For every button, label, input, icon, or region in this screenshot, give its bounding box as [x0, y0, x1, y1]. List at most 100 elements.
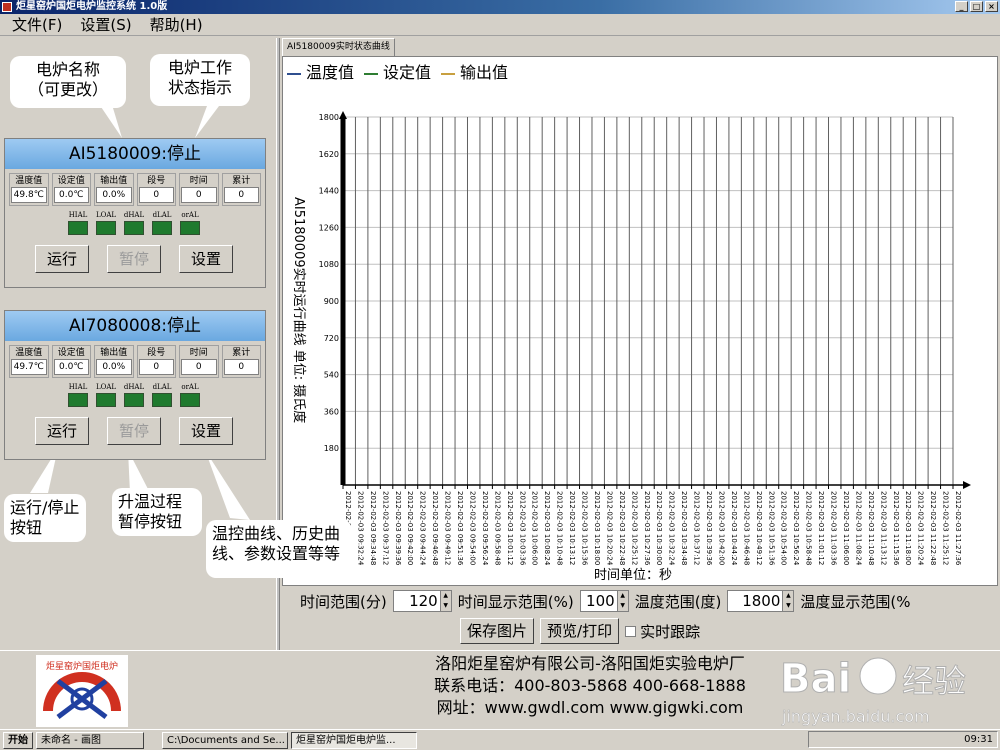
y-tick-label: 540 [324, 371, 339, 380]
menu-bar: 文件(F) 设置(S) 帮助(H) [0, 14, 1000, 36]
field-segment: 段号 0 [136, 345, 176, 378]
device-title[interactable]: AI7080008:停止 [5, 311, 265, 341]
x-tick-label: 2012-02-03 10:27:36 [643, 491, 651, 566]
company-info: 洛阳炬星窑炉有限公司-洛阳国炬实验电炉厂 联系电话：400-803-5868 4… [400, 653, 780, 719]
watermark-brand: Bai [780, 656, 851, 702]
alarm-dlal: dLAL [151, 382, 173, 407]
menu-settings[interactable]: 设置(S) [80, 14, 131, 35]
x-tick-label: 2012-02-03 11:20:24 [917, 491, 925, 566]
spin-arrows-icon[interactable]: ▲ ▼ [439, 591, 451, 611]
chart-area: 温度值 设定值 输出值 180 360 540 720 900 1080 1260 1440 1… [282, 56, 998, 586]
y-tick-label: 1440 [319, 187, 339, 196]
company-logo: 炬星窑炉国炬电炉 [36, 655, 128, 727]
field-time: 时间 0 [179, 173, 219, 206]
field-total: 累计 0 [221, 345, 261, 378]
settings-button[interactable]: 设置 [179, 417, 233, 445]
alarm-hial: HIAL [67, 210, 89, 235]
spin-arrows-icon[interactable]: ▲ ▼ [782, 591, 794, 611]
device-panel: 电炉名称 （可更改） 电炉工作 状态指示 AI5180009:停止 温度值 49.… [0, 38, 352, 650]
alarm-hial: HIAL [67, 382, 89, 407]
device-title[interactable]: AI5180009:停止 [5, 139, 265, 169]
x-tick-label: 2012-02-03 09:46:48 [431, 491, 439, 565]
x-tick-label: 2012-02-03 10:42:00 [717, 491, 725, 565]
y-tick-label: 720 [324, 334, 339, 343]
field-temp: 温度值 49.7℃ [9, 345, 49, 378]
window-title: 炬星窑炉国炬电炉监控系统 1.0版 [16, 1, 168, 12]
realtime-checkbox[interactable]: 实时跟踪 [625, 621, 700, 642]
field-total: 累计 0 [221, 173, 261, 206]
preview-print-button[interactable]: 预览/打印 [540, 618, 620, 644]
x-tick-label: 2012-02-03 10:08:24 [543, 491, 551, 566]
callout-pause: 升温过程 暂停按钮 [112, 488, 202, 536]
x-tick-label: 2012-02-03 10:22:48 [618, 491, 626, 565]
app-icon [2, 2, 12, 12]
x-tick-label: 2012-02-03 10:18:00 [593, 491, 601, 565]
x-tick-label: 2012-02-03 09:34:48 [369, 491, 377, 565]
device-card-1: AI5180009:停止 温度值 49.8℃ 设定值 0.0℃ 输出值 0.0% 段号… [4, 138, 266, 288]
tab-realtime-curve[interactable]: AI5180009实时状态曲线 [282, 38, 395, 56]
taskbar-item-explorer[interactable]: C:\Documents and Se... [162, 731, 288, 749]
temp-range-spinner[interactable]: 1800 ▲ ▼ [727, 590, 795, 612]
x-tick-label: 2012-02-03 10:20:24 [605, 491, 613, 566]
logo-graphic: 炬星窑炉国炬电炉 [43, 660, 121, 719]
taskbar: 开始 未命名 - 画图 C:\Documents and Se... 炬星窑炉国… [0, 729, 1000, 750]
x-tick-label: 2012-02-03 11:25:12 [942, 491, 950, 565]
alarm-dhal: dHAL [123, 382, 145, 407]
checkbox-icon[interactable] [625, 625, 637, 637]
run-button[interactable]: 运行 [35, 417, 89, 445]
x-tick-label: 2012-02-03 10:03:36 [518, 491, 526, 566]
x-tick-label: 2012-02-03 10:39:36 [705, 491, 713, 566]
menu-help[interactable]: 帮助(H) [150, 14, 203, 35]
x-tick-label: 2012-02-03 11:08:24 [854, 491, 862, 566]
x-tick-label: 2012-02-03 10:49:12 [755, 491, 763, 565]
taskbar-item-monitor[interactable]: 炬星窑炉国炬电炉监... [291, 731, 417, 749]
alarm-loal: LOAL [95, 210, 117, 235]
x-tick-label: 2012-02-03 10:15:36 [581, 491, 589, 566]
y-tick-label: 900 [324, 297, 339, 306]
minimize-button[interactable]: _ [955, 1, 968, 12]
save-image-button[interactable]: 保存图片 [460, 618, 535, 644]
x-tick-label: 2012-02-03 11:01:12 [817, 491, 825, 565]
chart-panel: AI5180009实时状态曲线 温度值 设定值 输出值 180 360 540 720… [280, 38, 1000, 650]
x-tick-label: 2012-02-03 10:44:24 [730, 491, 738, 566]
x-tick-label: 2012-02-03 11:03:36 [830, 491, 838, 566]
pause-button[interactable]: 暂停 [107, 417, 161, 445]
x-tick-label: 2012-02-03 10:58:48 [805, 491, 813, 565]
alarm-dhal: dHAL [123, 210, 145, 235]
y-tick-label: 1260 [319, 223, 339, 232]
y-tick-label: 360 [324, 407, 339, 416]
field-temp: 温度值 49.8℃ [9, 173, 49, 206]
company-name: 洛阳炬星窑炉有限公司-洛阳国炬实验电炉厂 [435, 654, 745, 673]
run-button[interactable]: 运行 [35, 245, 89, 273]
time-range-spinner[interactable]: 120 ▲ ▼ [392, 590, 452, 612]
start-button[interactable]: 开始 [3, 731, 33, 749]
time-display-spinner[interactable]: 100 ▲ ▼ [579, 590, 629, 612]
x-tick-label: 2012-02-03 11:10:48 [867, 491, 875, 565]
taskbar-item-paint[interactable]: 未命名 - 画图 [36, 731, 144, 749]
x-tick-label: 2012-02-03 11:22:48 [929, 491, 937, 565]
close-button[interactable]: × [985, 1, 998, 12]
x-tick-label: 2012-02-03 09:58:48 [493, 491, 501, 565]
x-tick-label: 2012-02-03 11:13:12 [879, 491, 887, 565]
x-tick-label: 2012-02-03 09:44:24 [419, 491, 427, 566]
temp-display-label: 温度显示范围(% [800, 592, 911, 611]
spin-arrows-icon[interactable]: ▲ ▼ [616, 591, 628, 611]
settings-button[interactable]: 设置 [179, 245, 233, 273]
alarm-oral: orAL [179, 210, 201, 235]
field-setpoint: 设定值 0.0℃ [51, 173, 91, 206]
field-time: 时间 0 [179, 345, 219, 378]
field-output: 输出值 0.0% [94, 173, 134, 206]
alarm-oral: orAL [179, 382, 201, 407]
pause-button[interactable]: 暂停 [107, 245, 161, 273]
x-tick-label: 2012-02-03 10:37:12 [693, 491, 701, 565]
callout-runstop: 运行/停止 按钮 [4, 494, 86, 542]
chart-svg: 180 360 540 720 900 1080 1260 1440 1620 1800 2012-… [291, 111, 971, 583]
callout-status: 电炉工作 状态指示 [150, 54, 250, 106]
y-axis-label: AI5180009实时运行曲线 单位: 摄氏度 [291, 197, 307, 423]
x-tick-label: 2012-02-03 10:46:48 [742, 491, 750, 565]
time-display-label: 时间显示范围(%) [457, 592, 574, 611]
y-tick-label: 180 [324, 444, 339, 453]
maximize-button[interactable]: □ [970, 1, 983, 12]
menu-file[interactable]: 文件(F) [12, 14, 62, 35]
x-tick-label: 2012-02-03 10:10:48 [556, 491, 564, 565]
